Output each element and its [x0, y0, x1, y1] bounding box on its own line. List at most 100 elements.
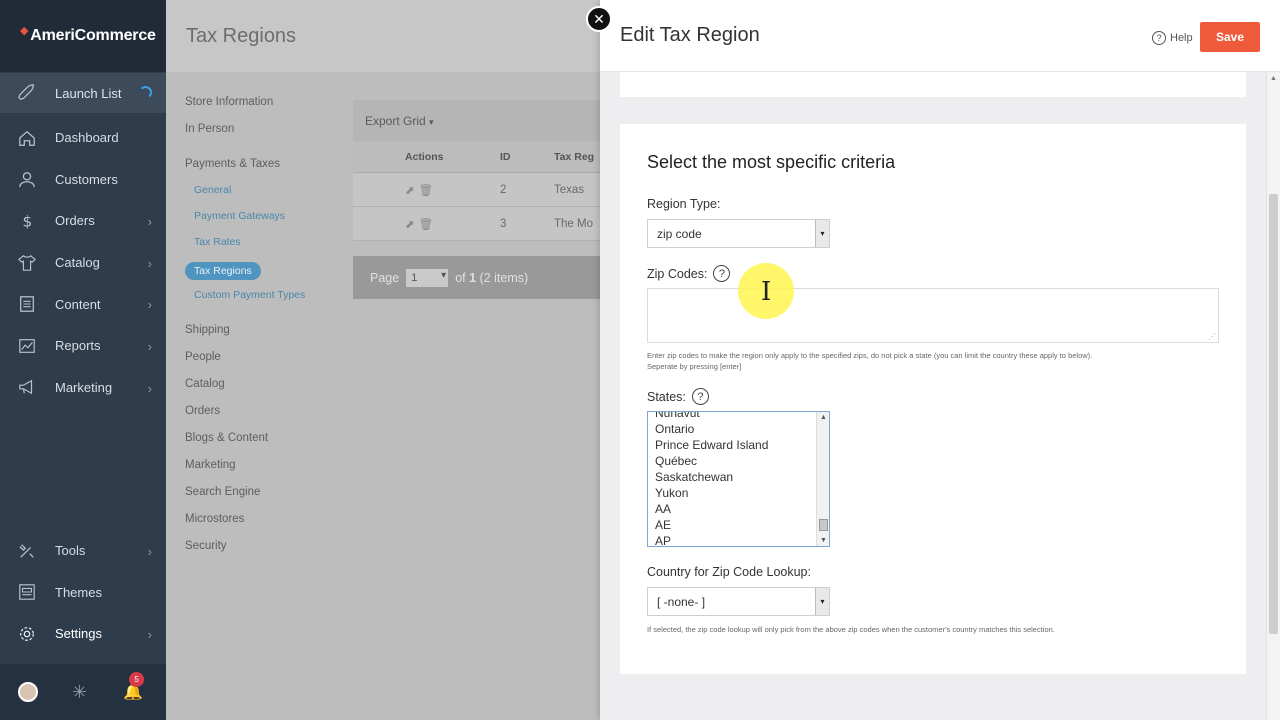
chevron-right-icon: ›	[147, 297, 152, 313]
list-item[interactable]: AA	[655, 501, 768, 517]
subnav-item[interactable]: Store Information	[185, 95, 305, 122]
settings-subnav: Store Information In Person Payments & T…	[185, 95, 305, 566]
sidebar-item-label: Tools	[55, 543, 86, 559]
resize-handle-icon[interactable]: ⋰	[1208, 332, 1216, 341]
tools-icon	[19, 544, 34, 558]
zip-hint-line: Seperate by pressing [enter]	[647, 362, 742, 371]
row-actions: ⬈ 🗑	[353, 217, 481, 231]
sidebar-item-customers[interactable]: Customers	[0, 159, 166, 201]
row-id: 2	[500, 183, 507, 196]
activity-icon[interactable]: ✳	[72, 682, 87, 703]
subnav-subitem[interactable]: Tax Rates	[185, 236, 305, 262]
states-scrollbar[interactable]: ▲ ▼	[816, 412, 829, 546]
chevron-right-icon: ›	[147, 214, 152, 230]
scroll-thumb[interactable]	[1269, 194, 1278, 634]
chevron-right-icon: ›	[147, 544, 152, 559]
states-label-text: States:	[647, 389, 686, 404]
zip-codes-input[interactable]: ⋰	[647, 288, 1219, 343]
states-listbox[interactable]: Nunavut Ontario Prince Edward Island Qué…	[647, 411, 830, 547]
sidebar-item-settings[interactable]: Settings ›	[0, 613, 166, 655]
launch-list-label: Launch List	[55, 85, 122, 101]
sidebar-item-catalog[interactable]: Catalog ›	[0, 242, 166, 284]
list-item[interactable]: Prince Edward Island	[655, 437, 768, 453]
subnav-subitem-active[interactable]: Tax Regions	[185, 262, 261, 280]
document-icon	[20, 296, 34, 313]
help-label: Help	[1170, 32, 1193, 44]
subnav-subitem[interactable]: General	[185, 184, 305, 210]
caret-down-icon: ▾	[429, 116, 434, 127]
subnav-item[interactable]: Orders	[185, 404, 305, 431]
tax-regions-grid: Export Grid ▾ Actions ID Tax Reg ⬈ 🗑 2 Te…	[353, 100, 613, 241]
scroll-up-icon[interactable]: ▲	[1270, 75, 1277, 82]
help-icon[interactable]: ?	[713, 265, 731, 282]
list-item[interactable]: Yukon	[655, 485, 768, 501]
zip-hint-line: Enter zip codes to make the region only …	[647, 351, 1093, 360]
page-select[interactable]: 1	[406, 268, 449, 287]
edit-icon[interactable]: ⬈	[405, 217, 415, 231]
help-button[interactable]: ? Help	[1152, 31, 1193, 45]
column-header-actions[interactable]: Actions	[353, 151, 481, 163]
megaphone-icon	[19, 380, 33, 395]
close-panel-button[interactable]: ✕	[586, 6, 612, 32]
chevron-right-icon: ›	[147, 627, 152, 643]
table-row[interactable]: ⬈ 🗑 3 The Mo	[353, 207, 613, 241]
dollar-icon: $	[23, 212, 33, 230]
trash-icon[interactable]: 🗑	[419, 183, 434, 197]
region-type-value: zip code	[657, 226, 702, 241]
sidebar-item-content[interactable]: Content ›	[0, 283, 166, 325]
notifications-bell-icon[interactable]: 🔔 5	[123, 672, 145, 702]
grid-header: Actions ID Tax Reg	[353, 141, 613, 173]
country-select[interactable]: [ -none- ] ▾	[647, 587, 830, 616]
list-item[interactable]: AE	[655, 517, 768, 533]
subnav-subitem[interactable]: Custom Payment Types	[185, 289, 305, 315]
subnav-item[interactable]: Payments & Taxes	[185, 157, 305, 184]
subnav-item[interactable]: Marketing	[185, 458, 305, 485]
sidebar-item-themes[interactable]: Themes	[0, 572, 166, 614]
list-item[interactable]: Québec	[655, 453, 768, 469]
subnav-item[interactable]: In Person	[185, 122, 305, 149]
sidebar-item-label: Marketing	[55, 379, 113, 395]
sidebar-item-dashboard[interactable]: Dashboard	[0, 117, 166, 159]
column-header-id[interactable]: ID	[481, 151, 544, 163]
subnav-item[interactable]: Catalog	[185, 377, 305, 404]
scroll-up-icon[interactable]: ▲	[820, 414, 827, 421]
subnav-item[interactable]: Shipping	[185, 323, 305, 350]
subnav-subitem[interactable]: Payment Gateways	[185, 210, 305, 236]
list-item[interactable]: Saskatchewan	[655, 469, 768, 485]
region-type-label: Region Type:	[647, 197, 720, 211]
brand-logo[interactable]: ◆ AmeriCommerce	[0, 0, 166, 72]
avatar[interactable]	[18, 682, 38, 702]
list-item[interactable]: AP	[655, 533, 768, 546]
sidebar-item-orders[interactable]: $ Orders ›	[0, 200, 166, 242]
panel-scrollbar[interactable]: ▲	[1266, 72, 1280, 720]
subnav-item[interactable]: Security	[185, 539, 305, 566]
sidebar-item-reports[interactable]: Reports ›	[0, 325, 166, 367]
zip-codes-hint: Enter zip codes to make the region only …	[647, 350, 1207, 372]
criteria-title: Select the most specific criteria	[647, 152, 896, 172]
save-button[interactable]: Save	[1200, 22, 1260, 52]
subnav-item[interactable]: Blogs & Content	[185, 431, 305, 458]
sidebar-item-launch-list[interactable]: Launch List	[0, 73, 166, 113]
edit-icon[interactable]: ⬈	[405, 183, 415, 197]
sidebar-item-tools[interactable]: Tools ›	[0, 530, 166, 572]
scroll-thumb[interactable]	[819, 519, 828, 531]
sidebar-item-marketing[interactable]: Marketing ›	[0, 367, 166, 409]
gear-icon	[20, 627, 34, 641]
export-grid-button[interactable]: Export Grid ▾	[365, 114, 434, 128]
brand-name: AmeriCommerce	[30, 27, 156, 44]
logo-mark-icon: ◆	[20, 24, 29, 37]
sidebar-item-label: Reports	[55, 338, 101, 354]
subnav-item[interactable]: People	[185, 350, 305, 377]
subnav-item[interactable]: Search Engine	[185, 485, 305, 512]
home-icon	[19, 130, 35, 146]
list-item[interactable]: Ontario	[655, 421, 768, 437]
subnav-item[interactable]: Microstores	[185, 512, 305, 539]
chevron-right-icon: ›	[147, 338, 152, 354]
list-item[interactable]: Nunavut	[655, 412, 768, 421]
region-type-select[interactable]: zip code ▾	[647, 219, 830, 248]
help-icon[interactable]: ?	[691, 388, 709, 405]
scroll-down-icon[interactable]: ▼	[820, 537, 827, 544]
table-row[interactable]: ⬈ 🗑 2 Texas	[353, 173, 613, 207]
zip-codes-label-text: Zip Codes:	[647, 266, 708, 281]
trash-icon[interactable]: 🗑	[419, 217, 434, 231]
